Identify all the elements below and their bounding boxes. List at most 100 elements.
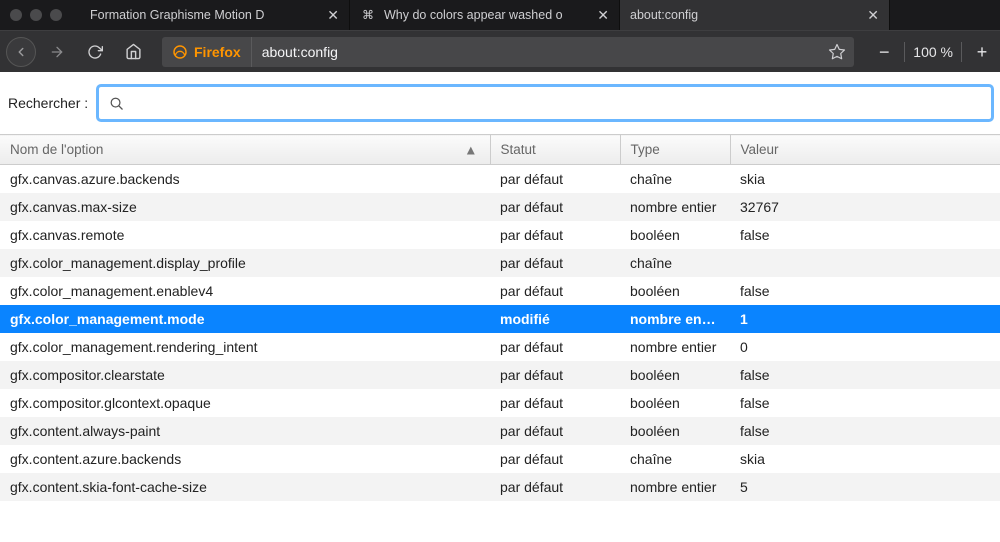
pref-cell-name: gfx.color_management.enablev4 (0, 277, 490, 305)
maximize-window-icon[interactable] (50, 9, 62, 21)
pref-cell-value: 1 (730, 305, 1000, 333)
pref-cell-name: gfx.canvas.remote (0, 221, 490, 249)
column-header-status[interactable]: Statut (490, 135, 620, 165)
close-window-icon[interactable] (10, 9, 22, 21)
navigation-toolbar: Firefox about:config − 100 % + (0, 30, 1000, 72)
pref-cell-status: modifié (490, 305, 620, 333)
pref-row[interactable]: gfx.canvas.max-sizepar défautnombre enti… (0, 193, 1000, 221)
pref-cell-name: gfx.content.skia-font-cache-size (0, 473, 490, 501)
column-header-name[interactable]: Nom de l'option ▲ (0, 135, 490, 165)
tab-title: about:config (630, 8, 859, 22)
pref-cell-name: gfx.color_management.rendering_intent (0, 333, 490, 361)
pref-row[interactable]: gfx.canvas.remotepar défautbooléenfalse (0, 221, 1000, 249)
pref-cell-status: par défaut (490, 249, 620, 277)
zoom-level[interactable]: 100 % (913, 44, 953, 60)
zoom-out-button[interactable]: − (872, 43, 896, 61)
pref-cell-type: nombre entier (620, 193, 730, 221)
pref-row[interactable]: gfx.content.skia-font-cache-sizepar défa… (0, 473, 1000, 501)
pref-cell-type: booléen (620, 277, 730, 305)
zoom-in-button[interactable]: + (970, 43, 994, 61)
pref-cell-status: par défaut (490, 473, 620, 501)
minimize-window-icon[interactable] (30, 9, 42, 21)
pref-cell-value: false (730, 389, 1000, 417)
search-icon (109, 96, 124, 111)
identity-label: Firefox (194, 44, 241, 60)
pref-cell-name: gfx.canvas.max-size (0, 193, 490, 221)
home-button[interactable] (116, 37, 150, 67)
pref-cell-status: par défaut (490, 417, 620, 445)
pref-cell-value: false (730, 221, 1000, 249)
pref-cell-type: nombre entier (620, 333, 730, 361)
separator (961, 42, 962, 62)
pref-row[interactable]: gfx.color_management.modemodifiénombre e… (0, 305, 1000, 333)
pref-cell-status: par défaut (490, 445, 620, 473)
pref-cell-value: 5 (730, 473, 1000, 501)
column-header-value[interactable]: Valeur (730, 135, 1000, 165)
tab-favicon: ⌘ (360, 7, 376, 23)
pref-cell-name: gfx.canvas.azure.backends (0, 165, 490, 194)
pref-row[interactable]: gfx.compositor.glcontext.opaquepar défau… (0, 389, 1000, 417)
pref-cell-name: gfx.compositor.clearstate (0, 361, 490, 389)
pref-cell-value: 0 (730, 333, 1000, 361)
reload-button[interactable] (78, 37, 112, 67)
bookmark-star-icon[interactable] (828, 43, 846, 61)
column-header-type[interactable]: Type (620, 135, 730, 165)
search-input[interactable] (132, 95, 981, 111)
pref-cell-type: booléen (620, 221, 730, 249)
back-button[interactable] (6, 37, 36, 67)
pref-cell-type: nombre entier (620, 305, 730, 333)
pref-cell-status: par défaut (490, 221, 620, 249)
tab-close-icon[interactable]: ✕ (867, 7, 879, 24)
tab-title: Formation Graphisme Motion D (90, 8, 319, 22)
pref-row[interactable]: gfx.content.always-paintpar défautboolée… (0, 417, 1000, 445)
preferences-table: Nom de l'option ▲ Statut Type Valeur gfx… (0, 134, 1000, 542)
url-text[interactable]: about:config (252, 44, 829, 60)
browser-tab[interactable]: about:config ✕ (620, 0, 890, 30)
pref-cell-value: false (730, 417, 1000, 445)
pref-cell-status: par défaut (490, 165, 620, 194)
pref-cell-value: false (730, 361, 1000, 389)
identity-box[interactable]: Firefox (162, 37, 252, 67)
pref-cell-value: skia (730, 445, 1000, 473)
zoom-controls: − 100 % + (866, 42, 994, 62)
pref-cell-status: par défaut (490, 193, 620, 221)
pref-cell-type: chaîne (620, 165, 730, 194)
about-config-content: Rechercher : Nom de l'option ▲ Statut Ty… (0, 72, 1000, 542)
pref-cell-type: chaîne (620, 445, 730, 473)
window-controls (10, 9, 80, 21)
forward-button[interactable] (40, 37, 74, 67)
pref-row[interactable]: gfx.compositor.clearstatepar défautboolé… (0, 361, 1000, 389)
pref-cell-status: par défaut (490, 389, 620, 417)
tab-close-icon[interactable]: ✕ (597, 7, 609, 24)
browser-tab[interactable]: ⌘ Why do colors appear washed o ✕ (350, 0, 620, 30)
search-box[interactable] (98, 86, 992, 120)
pref-cell-name: gfx.color_management.mode (0, 305, 490, 333)
firefox-icon (172, 44, 188, 60)
pref-cell-value: skia (730, 165, 1000, 194)
pref-row[interactable]: gfx.canvas.azure.backendspar défautchaîn… (0, 165, 1000, 194)
pref-cell-value: false (730, 277, 1000, 305)
column-header-label: Valeur (741, 142, 779, 157)
pref-cell-name: gfx.content.azure.backends (0, 445, 490, 473)
search-label: Rechercher : (8, 95, 88, 111)
window-titlebar: Formation Graphisme Motion D ✕ ⌘ Why do col… (0, 0, 1000, 30)
column-header-label: Type (631, 142, 660, 157)
pref-cell-status: par défaut (490, 361, 620, 389)
browser-tab[interactable]: Formation Graphisme Motion D ✕ (80, 0, 350, 30)
url-bar[interactable]: Firefox about:config (162, 37, 854, 67)
column-header-label: Nom de l'option (10, 142, 103, 157)
pref-row[interactable]: gfx.content.azure.backendspar défautchaî… (0, 445, 1000, 473)
tab-title: Why do colors appear washed o (384, 8, 589, 22)
pref-cell-status: par défaut (490, 333, 620, 361)
pref-row[interactable]: gfx.color_management.rendering_intentpar… (0, 333, 1000, 361)
pref-cell-name: gfx.content.always-paint (0, 417, 490, 445)
pref-row[interactable]: gfx.color_management.enablev4par défautb… (0, 277, 1000, 305)
sort-indicator-icon: ▲ (464, 142, 477, 157)
search-row: Rechercher : (0, 72, 1000, 134)
pref-cell-value: 32767 (730, 193, 1000, 221)
tab-close-icon[interactable]: ✕ (327, 7, 339, 24)
column-header-label: Statut (501, 142, 536, 157)
pref-row[interactable]: gfx.color_management.display_profilepar … (0, 249, 1000, 277)
pref-cell-type: nombre entier (620, 473, 730, 501)
pref-cell-type: booléen (620, 361, 730, 389)
